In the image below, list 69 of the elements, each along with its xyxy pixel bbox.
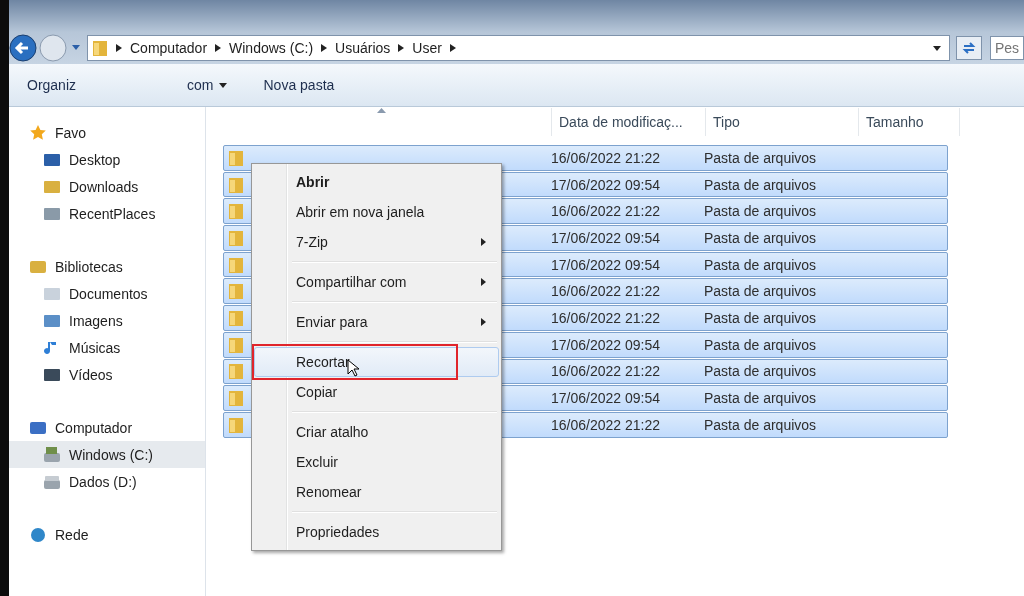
- date-cell-text: 17/06/2022 09:54: [551, 336, 661, 353]
- chevron-icon[interactable]: [321, 44, 328, 52]
- type-cell: Pasta de arquivos: [704, 176, 817, 193]
- chevron-icon[interactable]: [398, 44, 405, 52]
- column-header[interactable]: Tipo: [705, 108, 858, 136]
- breadcrumb-item[interactable]: User: [412, 40, 442, 56]
- type-cell: Pasta de arquivos: [704, 283, 817, 300]
- submenu-arrow-icon: [481, 238, 486, 246]
- breadcrumb-item[interactable]: Usuários: [335, 40, 391, 56]
- address-bar[interactable]: Computador Windows (C:) Usuários User: [87, 35, 950, 61]
- drive-icon: [43, 445, 61, 464]
- sidebar-item[interactable]: Músicas: [9, 334, 205, 361]
- date-cell-text: 16/06/2022 21:22: [551, 149, 661, 166]
- date-cell-text: 17/06/2022 09:54: [551, 390, 661, 407]
- search-field[interactable]: Pes: [990, 36, 1024, 60]
- menu-item[interactable]: Recortar: [254, 347, 499, 377]
- caret-icon: [219, 82, 228, 88]
- menu-item[interactable]: Excluir: [254, 447, 499, 477]
- back-button[interactable]: [9, 34, 37, 62]
- date-cell-text: 17/06/2022 09:54: [551, 176, 661, 193]
- type-cell: Pasta de arquivos: [704, 203, 817, 220]
- menu-item[interactable]: Propriedades: [254, 517, 499, 547]
- breadcrumb-item[interactable]: Computador: [130, 40, 208, 56]
- date-cell-text: 16/06/2022 21:22: [551, 416, 661, 433]
- chevron-icon[interactable]: [449, 44, 456, 52]
- sidebar-item[interactable]: Rede: [9, 521, 205, 548]
- type-cell: Pasta de arquivos: [704, 256, 817, 273]
- sort-arrow-icon: [377, 108, 386, 113]
- sidebar-item[interactable]: Desktop: [9, 146, 205, 173]
- star-icon: [29, 123, 47, 142]
- menu-item[interactable]: Renomear: [254, 477, 499, 507]
- submenu-arrow-icon: [481, 318, 486, 326]
- refresh-icon: [961, 40, 977, 56]
- sidebar-item[interactable]: Downloads: [9, 173, 205, 200]
- chevron-icon[interactable]: [116, 44, 122, 52]
- breadcrumb-item[interactable]: Windows (C:): [229, 40, 314, 56]
- sidebar-item[interactable]: Computador: [9, 414, 205, 441]
- type-cell: Pasta de arquivos: [704, 390, 817, 407]
- type-cell: Pasta de arquivos: [704, 336, 817, 353]
- date-cell-text: 16/06/2022 21:22: [551, 363, 661, 380]
- date-cell-text: 16/06/2022 21:22: [551, 309, 661, 326]
- column-header[interactable]: Tamanho: [858, 108, 960, 136]
- sidebar-item[interactable]: RecentPlaces: [9, 200, 205, 227]
- sidebar-item[interactable]: Dados (D:): [9, 468, 205, 495]
- sidebar-item[interactable]: Favo: [9, 119, 205, 146]
- toolbar-button[interactable]: Organiz: [19, 73, 85, 97]
- sidebar-item[interactable]: Imagens: [9, 307, 205, 334]
- sidebar-item[interactable]: Vídeos: [9, 361, 205, 388]
- refresh-button[interactable]: [956, 36, 982, 60]
- date-cell-text: 16/06/2022 21:22: [551, 203, 661, 220]
- sidebar-item[interactable]: Bibliotecas: [9, 253, 205, 280]
- type-cell: Pasta de arquivos: [704, 416, 817, 433]
- chevron-icon[interactable]: [215, 44, 222, 52]
- submenu-arrow-icon: [481, 278, 486, 286]
- toolbar-button[interactable]: com: [179, 73, 236, 97]
- dropdown-icon[interactable]: [933, 45, 941, 51]
- caret-icon[interactable]: [71, 44, 81, 52]
- sidebar-item[interactable]: Windows (C:): [9, 441, 205, 468]
- sidebar-item[interactable]: Documentos: [9, 280, 205, 307]
- menu-item[interactable]: Abrir em nova janela: [254, 197, 499, 227]
- toolbar-button[interactable]: Nova pasta: [255, 73, 343, 97]
- column-header[interactable]: Data de modificaç...: [551, 108, 705, 136]
- type-cell: Pasta de arquivos: [704, 149, 817, 166]
- type-cell: Pasta de arquivos: [704, 309, 817, 326]
- type-cell: Pasta de arquivos: [704, 229, 817, 246]
- date-cell-text: 16/06/2022 21:22: [551, 283, 661, 300]
- date-cell-text: 17/06/2022 09:54: [551, 229, 661, 246]
- type-cell: Pasta de arquivos: [704, 363, 817, 380]
- date-cell-text: 17/06/2022 09:54: [551, 256, 661, 273]
